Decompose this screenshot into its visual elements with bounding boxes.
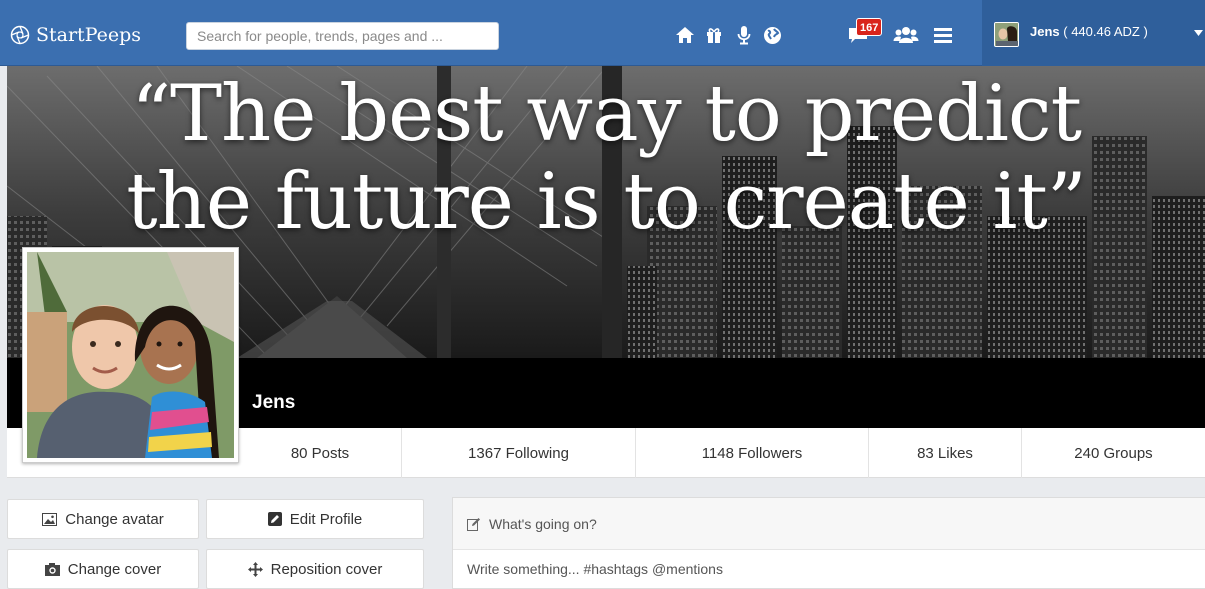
composer-title: What's going on? [489,515,597,532]
aperture-logo-icon [10,25,30,45]
profile-avatar[interactable] [22,247,239,463]
top-navbar: StartPeeps 167 Jens ( 440.46 ADZ ) [0,0,1205,66]
microphone-icon[interactable] [731,22,757,48]
user-display: Jens ( 440.46 ADZ ) [1030,24,1148,39]
composer-header[interactable]: What's going on? [453,498,1205,550]
reposition-cover-label: Reposition cover [270,560,383,578]
cover-quote-line-2: the future is to create it” [126,157,1086,247]
stat-following[interactable]: 1367 Following [401,428,635,478]
change-avatar-button[interactable]: Change avatar [7,499,199,539]
cover-quote: “The best way to predict the future is t… [7,70,1205,246]
camera-icon [44,562,60,576]
user-name: Jens [1030,24,1060,39]
notification-badge[interactable]: 167 [856,18,883,36]
users-icon[interactable] [891,22,921,48]
post-composer: What's going on? [452,497,1205,589]
brand-logo[interactable]: StartPeeps [10,22,141,48]
change-cover-button[interactable]: Change cover [7,549,199,589]
search-input[interactable] [186,22,499,50]
brand-name: StartPeeps [36,24,142,46]
cover-quote-line-1: “The best way to predict [131,69,1082,159]
user-avatar [994,22,1019,47]
stat-followers[interactable]: 1148 Followers [635,428,868,478]
composer-input[interactable] [453,550,1205,588]
user-balance: ( 440.46 ADZ ) [1063,24,1148,39]
home-icon[interactable] [672,22,698,48]
change-cover-label: Change cover [67,560,162,578]
stat-groups[interactable]: 240 Groups [1021,428,1205,478]
stat-posts[interactable]: 80 Posts [239,428,401,478]
profile-avatar-image [27,252,234,458]
edit-profile-label: Edit Profile [289,510,363,528]
edit-icon [267,512,282,526]
globe-icon[interactable] [759,22,785,48]
menu-icon[interactable] [930,22,956,48]
gift-icon[interactable] [701,22,727,48]
caret-down-icon [1194,30,1203,36]
reposition-cover-button[interactable]: Reposition cover [206,549,424,589]
pencil-square-icon [467,517,480,531]
user-menu[interactable]: Jens ( 440.46 ADZ ) [982,0,1205,66]
profile-name: Jens [252,392,296,413]
move-icon [247,561,263,577]
stat-likes[interactable]: 83 Likes [868,428,1021,478]
edit-profile-button[interactable]: Edit Profile [206,499,424,539]
image-icon [42,512,58,526]
change-avatar-label: Change avatar [65,510,164,528]
